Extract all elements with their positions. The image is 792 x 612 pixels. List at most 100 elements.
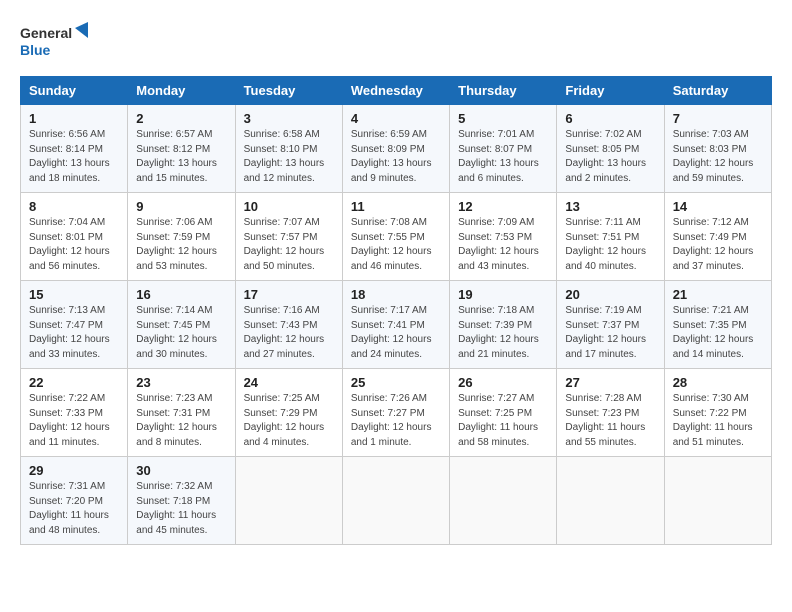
calendar-cell: 10 Sunrise: 7:07 AM Sunset: 7:57 PM Dayli… [235, 193, 342, 281]
day-info: Sunrise: 7:14 AM Sunset: 7:45 PM Dayligh… [136, 304, 226, 362]
day-info: Sunrise: 7:25 AM Sunset: 7:29 PM Dayligh… [244, 392, 334, 450]
calendar-cell: 5 Sunrise: 7:01 AM Sunset: 8:07 PM Daylig… [450, 105, 557, 193]
day-info: Sunrise: 7:22 AM Sunset: 7:33 PM Dayligh… [29, 392, 119, 450]
day-number: 20 [565, 287, 655, 302]
day-info: Sunrise: 7:30 AM Sunset: 7:22 PM Dayligh… [673, 392, 763, 450]
day-number: 24 [244, 375, 334, 390]
day-number: 5 [458, 111, 548, 126]
page-header: GeneralBlue [20, 20, 772, 60]
calendar-cell: 21 Sunrise: 7:21 AM Sunset: 7:35 PM Dayli… [664, 281, 771, 369]
calendar-cell: 19 Sunrise: 7:18 AM Sunset: 7:39 PM Dayli… [450, 281, 557, 369]
weekday-header-row: SundayMondayTuesdayWednesdayThursdayFrid… [21, 77, 772, 105]
calendar-cell: 8Sunrise: 7:04 AM Sunset: 8:01 PM Daylig… [21, 193, 128, 281]
calendar-cell [450, 457, 557, 545]
logo: GeneralBlue [20, 20, 90, 60]
calendar-cell: 29 Sunrise: 7:31 AM Sunset: 7:20 PM Dayli… [21, 457, 128, 545]
calendar-cell: 2 Sunrise: 6:57 AM Sunset: 8:12 PM Daylig… [128, 105, 235, 193]
day-number: 21 [673, 287, 763, 302]
day-number: 10 [244, 199, 334, 214]
day-info: Sunrise: 7:09 AM Sunset: 7:53 PM Dayligh… [458, 216, 548, 274]
day-info: Sunrise: 7:26 AM Sunset: 7:27 PM Dayligh… [351, 392, 441, 450]
day-number: 28 [673, 375, 763, 390]
day-info: Sunrise: 6:56 AM Sunset: 8:14 PM Dayligh… [29, 128, 119, 186]
calendar-cell: 17 Sunrise: 7:16 AM Sunset: 7:43 PM Dayli… [235, 281, 342, 369]
day-number: 23 [136, 375, 226, 390]
calendar-cell [235, 457, 342, 545]
day-number: 15 [29, 287, 119, 302]
day-number: 25 [351, 375, 441, 390]
calendar-cell [557, 457, 664, 545]
day-number: 6 [565, 111, 655, 126]
calendar-cell: 7 Sunrise: 7:03 AM Sunset: 8:03 PM Daylig… [664, 105, 771, 193]
day-info: Sunrise: 7:32 AM Sunset: 7:18 PM Dayligh… [136, 480, 226, 538]
day-number: 26 [458, 375, 548, 390]
calendar-week-row: 8Sunrise: 7:04 AM Sunset: 8:01 PM Daylig… [21, 193, 772, 281]
day-info: Sunrise: 6:58 AM Sunset: 8:10 PM Dayligh… [244, 128, 334, 186]
calendar-cell: 23 Sunrise: 7:23 AM Sunset: 7:31 PM Dayli… [128, 369, 235, 457]
calendar-table: SundayMondayTuesdayWednesdayThursdayFrid… [20, 76, 772, 545]
calendar-week-row: 22 Sunrise: 7:22 AM Sunset: 7:33 PM Dayli… [21, 369, 772, 457]
calendar-cell: 18Sunrise: 7:17 AM Sunset: 7:41 PM Dayli… [342, 281, 449, 369]
calendar-week-row: 29 Sunrise: 7:31 AM Sunset: 7:20 PM Dayli… [21, 457, 772, 545]
svg-text:Blue: Blue [20, 42, 51, 58]
calendar-cell: 14 Sunrise: 7:12 AM Sunset: 7:49 PM Dayli… [664, 193, 771, 281]
day-info: Sunrise: 7:02 AM Sunset: 8:05 PM Dayligh… [565, 128, 655, 186]
calendar-cell: 6 Sunrise: 7:02 AM Sunset: 8:05 PM Daylig… [557, 105, 664, 193]
calendar-cell: 16 Sunrise: 7:14 AM Sunset: 7:45 PM Dayli… [128, 281, 235, 369]
calendar-cell: 3Sunrise: 6:58 AM Sunset: 8:10 PM Daylig… [235, 105, 342, 193]
day-number: 27 [565, 375, 655, 390]
calendar-cell: 26 Sunrise: 7:27 AM Sunset: 7:25 PM Dayli… [450, 369, 557, 457]
day-info: Sunrise: 7:03 AM Sunset: 8:03 PM Dayligh… [673, 128, 763, 186]
day-info: Sunrise: 7:07 AM Sunset: 7:57 PM Dayligh… [244, 216, 334, 274]
calendar-cell: 30 Sunrise: 7:32 AM Sunset: 7:18 PM Dayli… [128, 457, 235, 545]
day-number: 8 [29, 199, 119, 214]
weekday-header-monday: Monday [128, 77, 235, 105]
day-number: 9 [136, 199, 226, 214]
logo-icon: GeneralBlue [20, 20, 90, 60]
day-info: Sunrise: 7:06 AM Sunset: 7:59 PM Dayligh… [136, 216, 226, 274]
day-number: 7 [673, 111, 763, 126]
calendar-cell [342, 457, 449, 545]
day-info: Sunrise: 7:27 AM Sunset: 7:25 PM Dayligh… [458, 392, 548, 450]
calendar-cell: 12Sunrise: 7:09 AM Sunset: 7:53 PM Dayli… [450, 193, 557, 281]
day-number: 2 [136, 111, 226, 126]
day-number: 29 [29, 463, 119, 478]
day-info: Sunrise: 7:11 AM Sunset: 7:51 PM Dayligh… [565, 216, 655, 274]
calendar-cell: 20 Sunrise: 7:19 AM Sunset: 7:37 PM Dayli… [557, 281, 664, 369]
calendar-cell: 13 Sunrise: 7:11 AM Sunset: 7:51 PM Dayli… [557, 193, 664, 281]
day-number: 14 [673, 199, 763, 214]
day-number: 1 [29, 111, 119, 126]
day-number: 4 [351, 111, 441, 126]
calendar-cell: 4 Sunrise: 6:59 AM Sunset: 8:09 PM Daylig… [342, 105, 449, 193]
calendar-week-row: 1 Sunrise: 6:56 AM Sunset: 8:14 PM Daylig… [21, 105, 772, 193]
day-info: Sunrise: 7:23 AM Sunset: 7:31 PM Dayligh… [136, 392, 226, 450]
day-info: Sunrise: 7:19 AM Sunset: 7:37 PM Dayligh… [565, 304, 655, 362]
day-info: Sunrise: 6:59 AM Sunset: 8:09 PM Dayligh… [351, 128, 441, 186]
weekday-header-thursday: Thursday [450, 77, 557, 105]
day-info: Sunrise: 7:31 AM Sunset: 7:20 PM Dayligh… [29, 480, 119, 538]
day-info: Sunrise: 7:16 AM Sunset: 7:43 PM Dayligh… [244, 304, 334, 362]
day-number: 19 [458, 287, 548, 302]
calendar-cell: 15Sunrise: 7:13 AM Sunset: 7:47 PM Dayli… [21, 281, 128, 369]
day-number: 18 [351, 287, 441, 302]
day-number: 16 [136, 287, 226, 302]
day-number: 30 [136, 463, 226, 478]
calendar-cell: 27 Sunrise: 7:28 AM Sunset: 7:23 PM Dayli… [557, 369, 664, 457]
day-number: 17 [244, 287, 334, 302]
weekday-header-wednesday: Wednesday [342, 77, 449, 105]
day-info: Sunrise: 7:01 AM Sunset: 8:07 PM Dayligh… [458, 128, 548, 186]
weekday-header-saturday: Saturday [664, 77, 771, 105]
calendar-cell: 28 Sunrise: 7:30 AM Sunset: 7:22 PM Dayli… [664, 369, 771, 457]
calendar-cell [664, 457, 771, 545]
day-info: Sunrise: 6:57 AM Sunset: 8:12 PM Dayligh… [136, 128, 226, 186]
weekday-header-tuesday: Tuesday [235, 77, 342, 105]
day-info: Sunrise: 7:18 AM Sunset: 7:39 PM Dayligh… [458, 304, 548, 362]
day-number: 13 [565, 199, 655, 214]
day-info: Sunrise: 7:12 AM Sunset: 7:49 PM Dayligh… [673, 216, 763, 274]
day-info: Sunrise: 7:28 AM Sunset: 7:23 PM Dayligh… [565, 392, 655, 450]
day-info: Sunrise: 7:21 AM Sunset: 7:35 PM Dayligh… [673, 304, 763, 362]
calendar-cell: 25 Sunrise: 7:26 AM Sunset: 7:27 PM Dayli… [342, 369, 449, 457]
calendar-cell: 24 Sunrise: 7:25 AM Sunset: 7:29 PM Dayli… [235, 369, 342, 457]
weekday-header-sunday: Sunday [21, 77, 128, 105]
day-number: 22 [29, 375, 119, 390]
